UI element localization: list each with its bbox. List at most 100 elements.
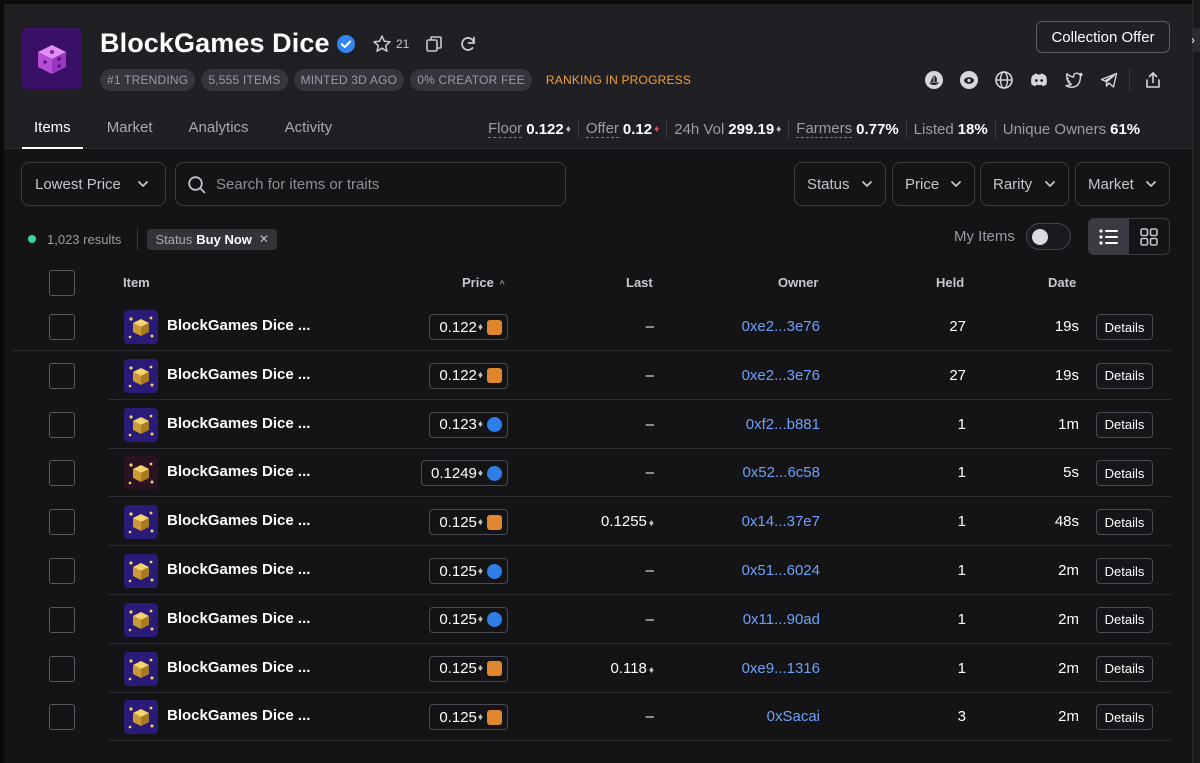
item-name[interactable]: BlockGames Dice ...: [167, 610, 310, 627]
active-filter-chip[interactable]: Status Buy Now ✕: [147, 228, 277, 250]
column-date[interactable]: Date: [1048, 275, 1076, 290]
details-button[interactable]: Details: [1096, 655, 1153, 682]
table-row[interactable]: BlockGames Dice ... 0.125 ♦ – 0x51...6024 1 2m…: [12, 546, 1172, 595]
details-button[interactable]: Details: [1096, 606, 1153, 633]
details-button[interactable]: Details: [1096, 509, 1153, 536]
item-thumbnail[interactable]: [124, 505, 158, 540]
owner-link[interactable]: 0xe9...1316: [742, 660, 820, 677]
row-checkbox[interactable]: [49, 314, 75, 340]
share-icon[interactable]: [1143, 70, 1163, 90]
item-thumbnail[interactable]: [124, 651, 158, 686]
watchlist-button[interactable]: 21: [372, 34, 409, 54]
price-badge[interactable]: 0.125 ♦: [429, 655, 508, 682]
owner-link[interactable]: 0x51...6024: [742, 562, 820, 579]
details-button[interactable]: Details: [1096, 558, 1153, 584]
tab-items[interactable]: Items: [22, 116, 83, 149]
price-badge[interactable]: 0.123 ♦: [429, 411, 508, 438]
row-checkbox[interactable]: [49, 509, 75, 536]
sort-dropdown[interactable]: Lowest Price: [21, 162, 166, 206]
table-row[interactable]: BlockGames Dice ... 0.125 ♦ – 0x11...90ad 1 2m…: [12, 595, 1172, 644]
list-view-button[interactable]: [1089, 219, 1129, 254]
price-badge[interactable]: 0.122 ♦: [429, 314, 508, 340]
collection-offer-button[interactable]: Collection Offer: [1036, 21, 1170, 53]
item-name[interactable]: BlockGames Dice ...: [167, 463, 310, 480]
item-thumbnail[interactable]: [124, 407, 158, 442]
table-row[interactable]: BlockGames Dice ... 0.122 ♦ – 0xe2...3e76 27 1…: [12, 302, 1172, 351]
details-button[interactable]: Details: [1096, 314, 1153, 340]
owner-link[interactable]: 0xf2...b881: [746, 416, 820, 433]
item-name[interactable]: BlockGames Dice ...: [167, 659, 310, 676]
filter-price-dropdown[interactable]: Price: [892, 162, 975, 206]
tab-analytics[interactable]: Analytics: [177, 116, 261, 149]
looksrare-icon[interactable]: [959, 70, 979, 90]
price-badge[interactable]: 0.125 ♦: [429, 558, 508, 584]
row-checkbox[interactable]: [49, 460, 75, 487]
owner-link[interactable]: 0xSacai: [767, 708, 820, 725]
column-item[interactable]: Item: [123, 275, 150, 290]
column-price[interactable]: Price ^: [462, 275, 505, 290]
column-last[interactable]: Last: [626, 275, 653, 290]
filter-status-dropdown[interactable]: Status: [794, 162, 886, 206]
listing-date: 5s: [1063, 464, 1079, 482]
search-input[interactable]: [216, 175, 546, 193]
owner-link[interactable]: 0x52...6c58: [742, 464, 820, 481]
row-checkbox[interactable]: [49, 704, 75, 731]
owner-link[interactable]: 0x11...90ad: [743, 611, 820, 628]
price-badge[interactable]: 0.125 ♦: [429, 509, 508, 536]
price-badge[interactable]: 0.125 ♦: [429, 704, 508, 731]
item-thumbnail[interactable]: [124, 310, 158, 344]
select-all-checkbox[interactable]: [49, 270, 75, 296]
filter-market-dropdown[interactable]: Market: [1075, 162, 1170, 206]
price-badge[interactable]: 0.1249 ♦: [421, 460, 508, 487]
table-row[interactable]: BlockGames Dice ... 0.123 ♦ – 0xf2...b881 1 1m…: [12, 400, 1172, 449]
discord-icon[interactable]: [1029, 70, 1049, 90]
item-name[interactable]: BlockGames Dice ...: [167, 415, 310, 432]
refresh-icon[interactable]: [458, 34, 478, 54]
details-button[interactable]: Details: [1096, 704, 1153, 731]
owner-link[interactable]: 0xe2...3e76: [742, 318, 820, 335]
details-button[interactable]: Details: [1096, 460, 1153, 487]
table-row[interactable]: BlockGames Dice ... 0.125 ♦ 0.118 ♦ 0xe9...13…: [12, 644, 1172, 693]
owner-link[interactable]: 0x14...37e7: [742, 513, 820, 530]
details-button[interactable]: Details: [1096, 362, 1153, 389]
item-name[interactable]: BlockGames Dice ...: [167, 366, 310, 383]
twitter-icon[interactable]: [1064, 70, 1084, 90]
column-owner[interactable]: Owner: [778, 275, 818, 290]
row-checkbox[interactable]: [49, 606, 75, 633]
stat-offer[interactable]: Offer 0.12 ♦: [585, 120, 674, 138]
item-thumbnail[interactable]: [124, 456, 158, 491]
table-row[interactable]: BlockGames Dice ... 0.125 ♦ 0.1255 ♦ 0x14...3…: [12, 497, 1172, 547]
table-row[interactable]: BlockGames Dice ... 0.122 ♦ – 0xe2...3e76 27 1…: [12, 351, 1172, 400]
opensea-icon[interactable]: [924, 70, 944, 90]
stat-floor[interactable]: Floor 0.122 ♦: [488, 120, 586, 138]
item-name[interactable]: BlockGames Dice ...: [167, 317, 310, 334]
telegram-icon[interactable]: [1099, 70, 1119, 90]
stat-farmers[interactable]: Farmers 0.77%: [796, 120, 913, 138]
price-badge[interactable]: 0.125 ♦: [429, 606, 508, 633]
row-checkbox[interactable]: [49, 558, 75, 584]
item-thumbnail[interactable]: [124, 700, 158, 735]
grid-view-button[interactable]: [1129, 219, 1169, 254]
details-button[interactable]: Details: [1096, 411, 1153, 438]
tab-activity[interactable]: Activity: [273, 116, 345, 149]
table-row[interactable]: BlockGames Dice ... 0.125 ♦ – 0xSacai 3 2m Deta…: [12, 692, 1172, 742]
close-icon[interactable]: ✕: [259, 232, 269, 246]
item-thumbnail[interactable]: [124, 358, 158, 393]
item-name[interactable]: BlockGames Dice ...: [167, 561, 310, 578]
item-name[interactable]: BlockGames Dice ...: [167, 512, 310, 529]
my-items-toggle[interactable]: [1026, 223, 1071, 250]
column-held[interactable]: Held: [936, 275, 964, 290]
tab-market[interactable]: Market: [95, 116, 165, 149]
owner-link[interactable]: 0xe2...3e76: [742, 367, 820, 384]
filter-rarity-dropdown[interactable]: Rarity: [980, 162, 1069, 206]
table-row[interactable]: BlockGames Dice ... 0.1249 ♦ – 0x52...6c58 1 5…: [12, 448, 1172, 498]
item-thumbnail[interactable]: [124, 602, 158, 637]
row-checkbox[interactable]: [49, 411, 75, 438]
website-globe-icon[interactable]: [994, 70, 1014, 90]
price-badge[interactable]: 0.122 ♦: [429, 362, 508, 389]
row-checkbox[interactable]: [49, 362, 75, 389]
copy-icon[interactable]: [424, 34, 444, 54]
row-checkbox[interactable]: [49, 655, 75, 682]
item-thumbnail[interactable]: [124, 554, 158, 588]
item-name[interactable]: BlockGames Dice ...: [167, 707, 310, 724]
